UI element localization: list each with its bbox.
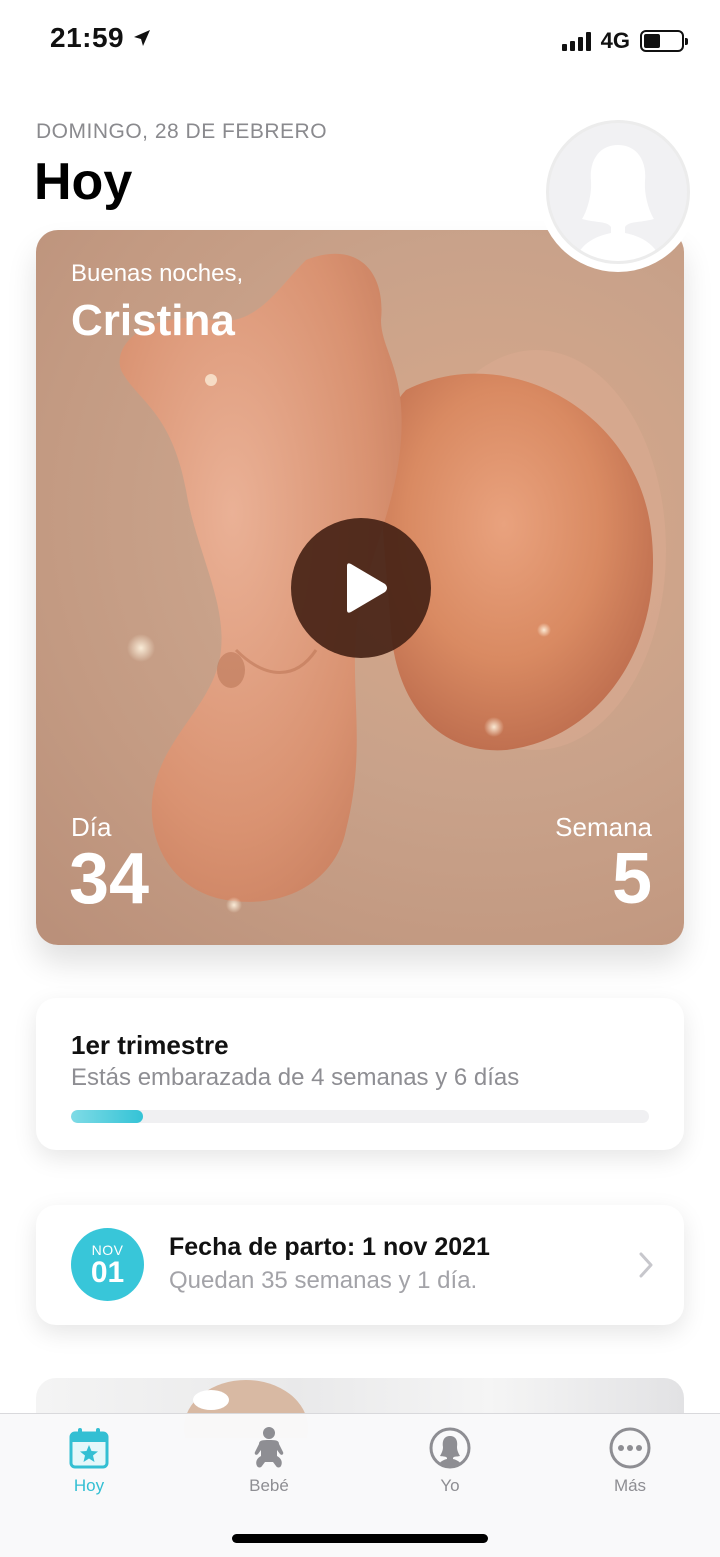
trimester-card[interactable]: 1er trimestre Estás embarazada de 4 sema… [36, 998, 684, 1150]
tab-hoy[interactable]: Hoy [29, 1426, 149, 1496]
due-date-card[interactable]: NOV 01 Fecha de parto: 1 nov 2021 Quedan… [36, 1205, 684, 1325]
trimester-title: 1er trimestre [71, 1030, 229, 1060]
clock-text: 21:59 [50, 22, 125, 53]
trimester-subtitle: Estás embarazada de 4 semanas y 6 días [71, 1064, 520, 1091]
signal-icon [561, 31, 591, 51]
tab-mas[interactable]: Más [570, 1426, 690, 1496]
location-arrow-icon [134, 30, 151, 46]
calendar-star-icon [69, 1428, 109, 1469]
tab-bebe[interactable]: Bebé [209, 1426, 329, 1496]
tab-yo[interactable]: Yo [390, 1426, 510, 1496]
play-video-button[interactable] [291, 518, 431, 658]
play-icon [347, 563, 387, 613]
tab-label-hoy: Hoy [73, 1476, 105, 1495]
profile-icon [429, 1427, 471, 1469]
chevron-right-icon [639, 1252, 653, 1278]
tab-label-bebe: Bebé [249, 1476, 289, 1495]
date-line: DOMINGO, 28 DE FEBRERO [36, 120, 328, 143]
due-date-title: Fecha de parto: 1 nov 2021 [169, 1233, 490, 1261]
greeting-text: Buenas noches, [71, 260, 244, 287]
status-time: 21:59 [50, 22, 152, 54]
trimester-progress-fill [71, 1110, 144, 1123]
avatar [546, 120, 690, 264]
baby-icon [254, 1427, 284, 1468]
female-silhouette-icon [575, 145, 661, 261]
due-date-day: 01 [90, 1256, 125, 1289]
due-date-subtitle: Quedan 35 semanas y 1 día. [169, 1267, 478, 1294]
more-icon [609, 1427, 651, 1469]
tab-label-yo: Yo [440, 1476, 460, 1495]
trimester-progress-bar [71, 1110, 649, 1123]
pregnancy-hero-card[interactable]: Buenas noches, Cristina Día 34 Semana 5 [36, 230, 684, 945]
home-indicator [232, 1534, 488, 1543]
page-title: Hoy [34, 153, 133, 211]
day-value: 34 [69, 839, 150, 919]
status-bar: 21:59 4G [0, 0, 720, 80]
user-name: Cristina [71, 296, 235, 345]
week-value: 5 [611, 839, 652, 919]
status-indicators: 4G [561, 28, 688, 54]
tab-label-mas: Más [613, 1476, 647, 1495]
network-type: 4G [600, 28, 630, 53]
battery-icon [640, 30, 688, 52]
due-date-badge: NOV 01 [71, 1228, 144, 1301]
profile-avatar-button[interactable] [538, 112, 698, 272]
